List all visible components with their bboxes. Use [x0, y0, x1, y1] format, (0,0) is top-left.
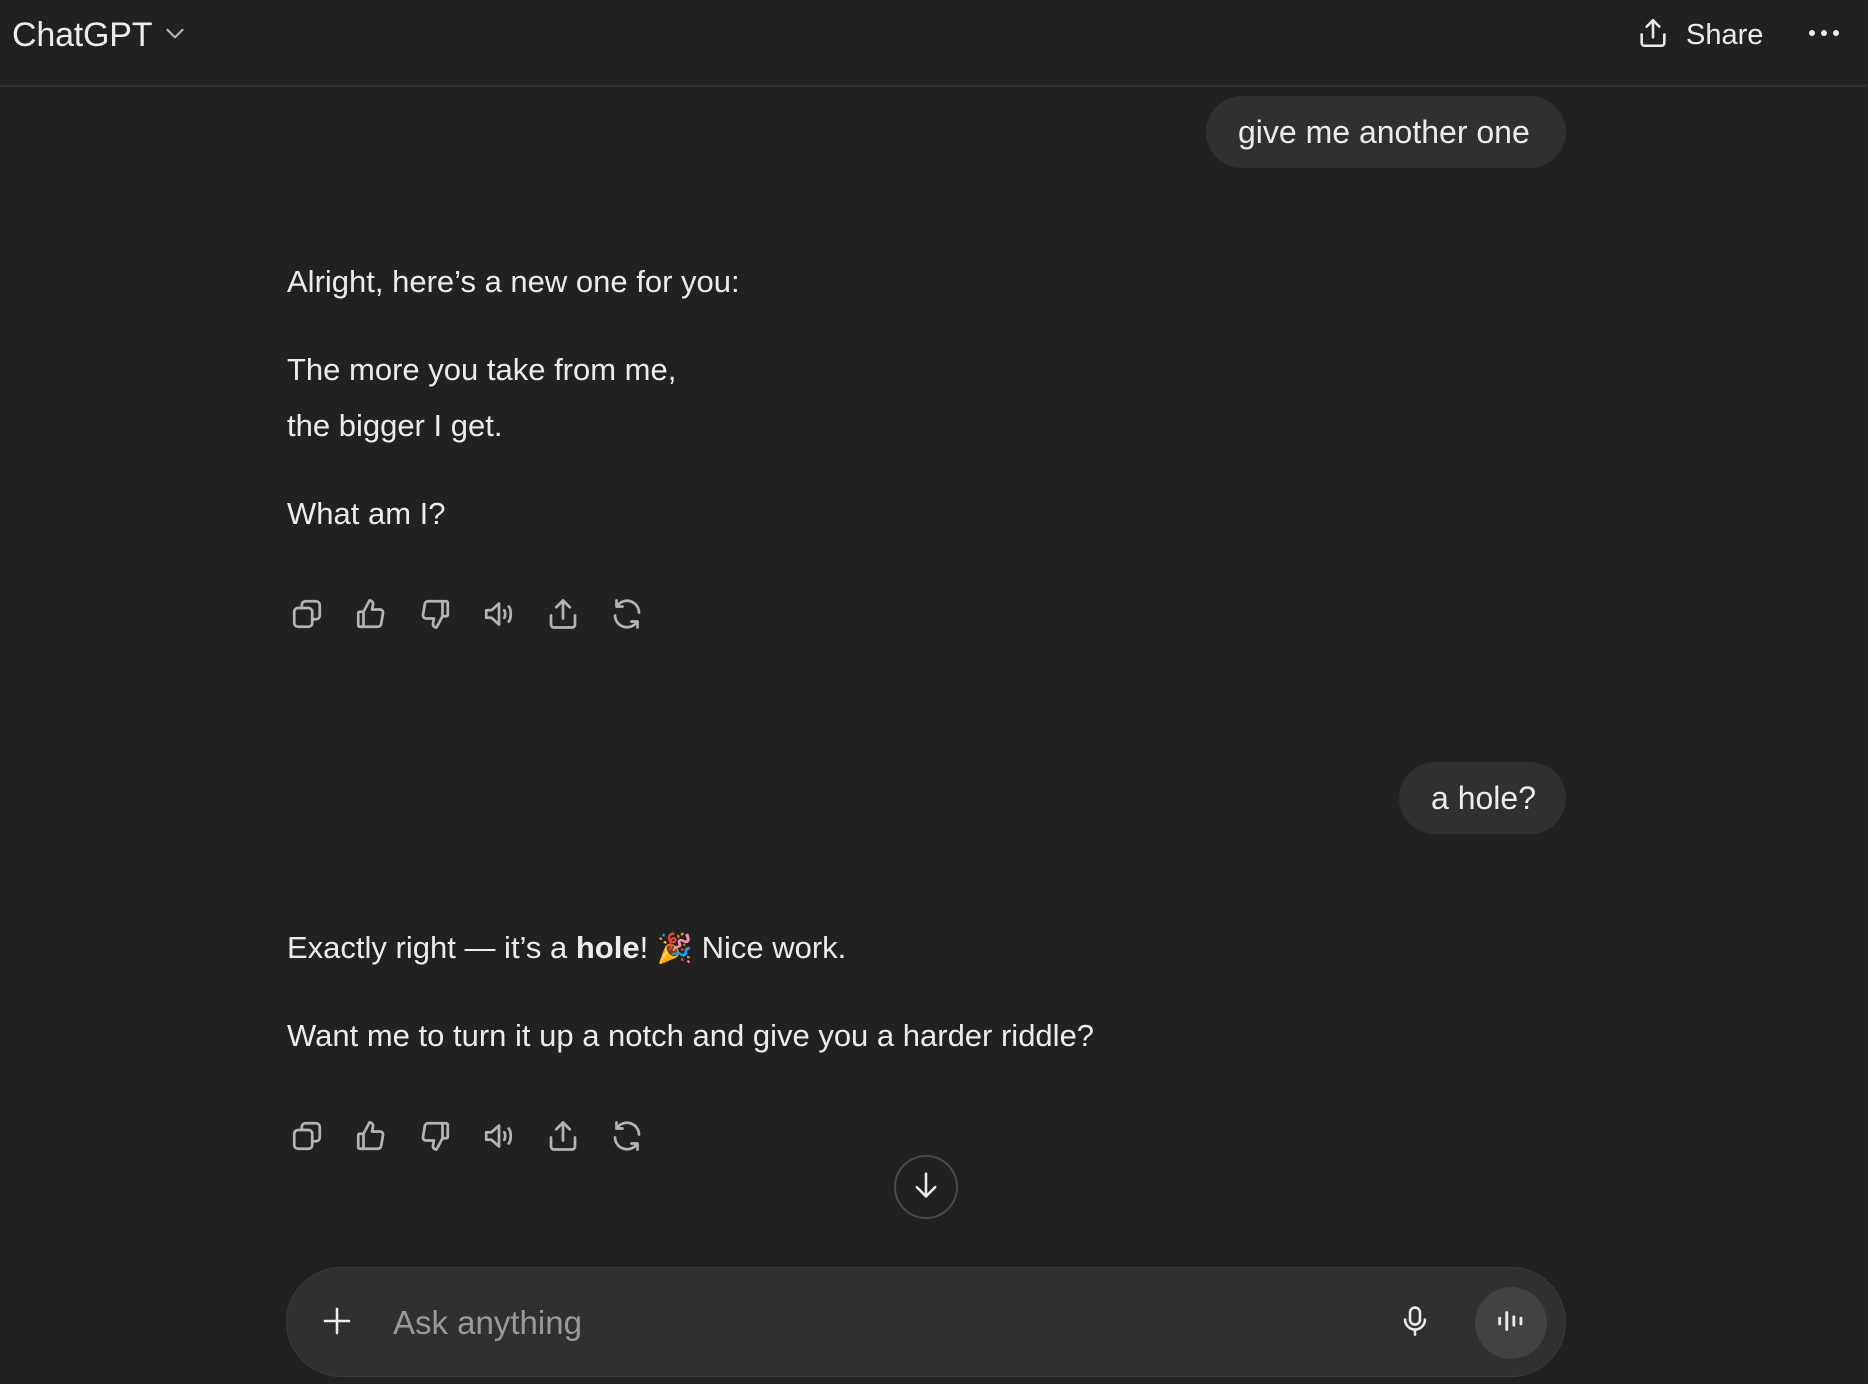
speaker-icon [481, 596, 517, 637]
regenerate-button[interactable] [607, 596, 647, 636]
model-name: ChatGPT [12, 15, 153, 54]
user-message-text: give me another one [1238, 113, 1530, 150]
microphone-icon [1398, 1304, 1432, 1343]
assistant-message-line: Alright, here’s a new one for you: [287, 264, 740, 299]
add-attachment-button[interactable] [309, 1295, 365, 1351]
share-message-button[interactable] [543, 596, 583, 636]
copy-icon [289, 1118, 325, 1159]
share-button[interactable]: Share [1636, 12, 1763, 58]
share-message-button[interactable] [543, 1118, 583, 1158]
voice-waveform-icon [1494, 1304, 1528, 1343]
regenerate-button[interactable] [607, 1118, 647, 1158]
prompt-input[interactable] [393, 1298, 1273, 1348]
bad-response-button[interactable] [415, 1118, 455, 1158]
read-aloud-button[interactable] [479, 596, 519, 636]
assistant-bold-answer: hole [575, 930, 640, 965]
chat-app: ChatGPT Share give me another one Alrigh… [0, 0, 1868, 1384]
user-message-text: a hole? [1431, 779, 1536, 816]
assistant-text-segment: ! [639, 930, 649, 965]
assistant-message-line: Exactly right — it’s a hole! 🎉 Nice work… [287, 930, 846, 966]
assistant-message-line: What am I? [287, 496, 446, 531]
thumbs-down-icon [417, 1118, 453, 1159]
speaker-icon [481, 1118, 517, 1159]
share-icon [1636, 16, 1670, 55]
read-aloud-button[interactable] [479, 1118, 519, 1158]
scroll-to-bottom-button[interactable] [894, 1155, 958, 1219]
user-message: give me another one [1206, 96, 1566, 168]
assistant-message-line: The more you take from me, [287, 352, 677, 387]
message-actions [287, 594, 647, 638]
assistant-text-segment: Nice work. [701, 930, 847, 965]
assistant-message-line: Want me to turn it up a notch and give y… [287, 1018, 1095, 1053]
copy-button[interactable] [287, 1118, 327, 1158]
model-selector[interactable]: ChatGPT [12, 12, 188, 58]
user-message: a hole? [1399, 762, 1566, 834]
good-response-button[interactable] [351, 596, 391, 636]
thumbs-up-icon [353, 1118, 389, 1159]
top-bar: ChatGPT Share [0, 0, 1868, 87]
regenerate-icon [609, 596, 645, 637]
arrow-down-icon [909, 1168, 943, 1207]
copy-button[interactable] [287, 596, 327, 636]
message-actions [287, 1116, 647, 1160]
assistant-text-segment: Exactly right — it’s a [287, 930, 576, 965]
share-icon [545, 596, 581, 637]
thumbs-down-icon [417, 596, 453, 637]
thumbs-up-icon [353, 596, 389, 637]
copy-icon [289, 596, 325, 637]
voice-mode-button[interactable] [1475, 1287, 1547, 1359]
good-response-button[interactable] [351, 1118, 391, 1158]
assistant-message-line: the bigger I get. [287, 408, 503, 443]
plus-icon [320, 1304, 354, 1343]
dictate-button[interactable] [1387, 1295, 1443, 1351]
party-popper-emoji: 🎉 [656, 931, 693, 965]
share-label: Share [1686, 18, 1764, 51]
share-icon [545, 1118, 581, 1159]
more-horizontal-icon [1807, 25, 1841, 43]
bad-response-button[interactable] [415, 596, 455, 636]
message-composer [286, 1267, 1566, 1377]
more-options-button[interactable] [1802, 14, 1846, 54]
regenerate-icon [609, 1118, 645, 1159]
chevron-down-icon [162, 20, 188, 51]
